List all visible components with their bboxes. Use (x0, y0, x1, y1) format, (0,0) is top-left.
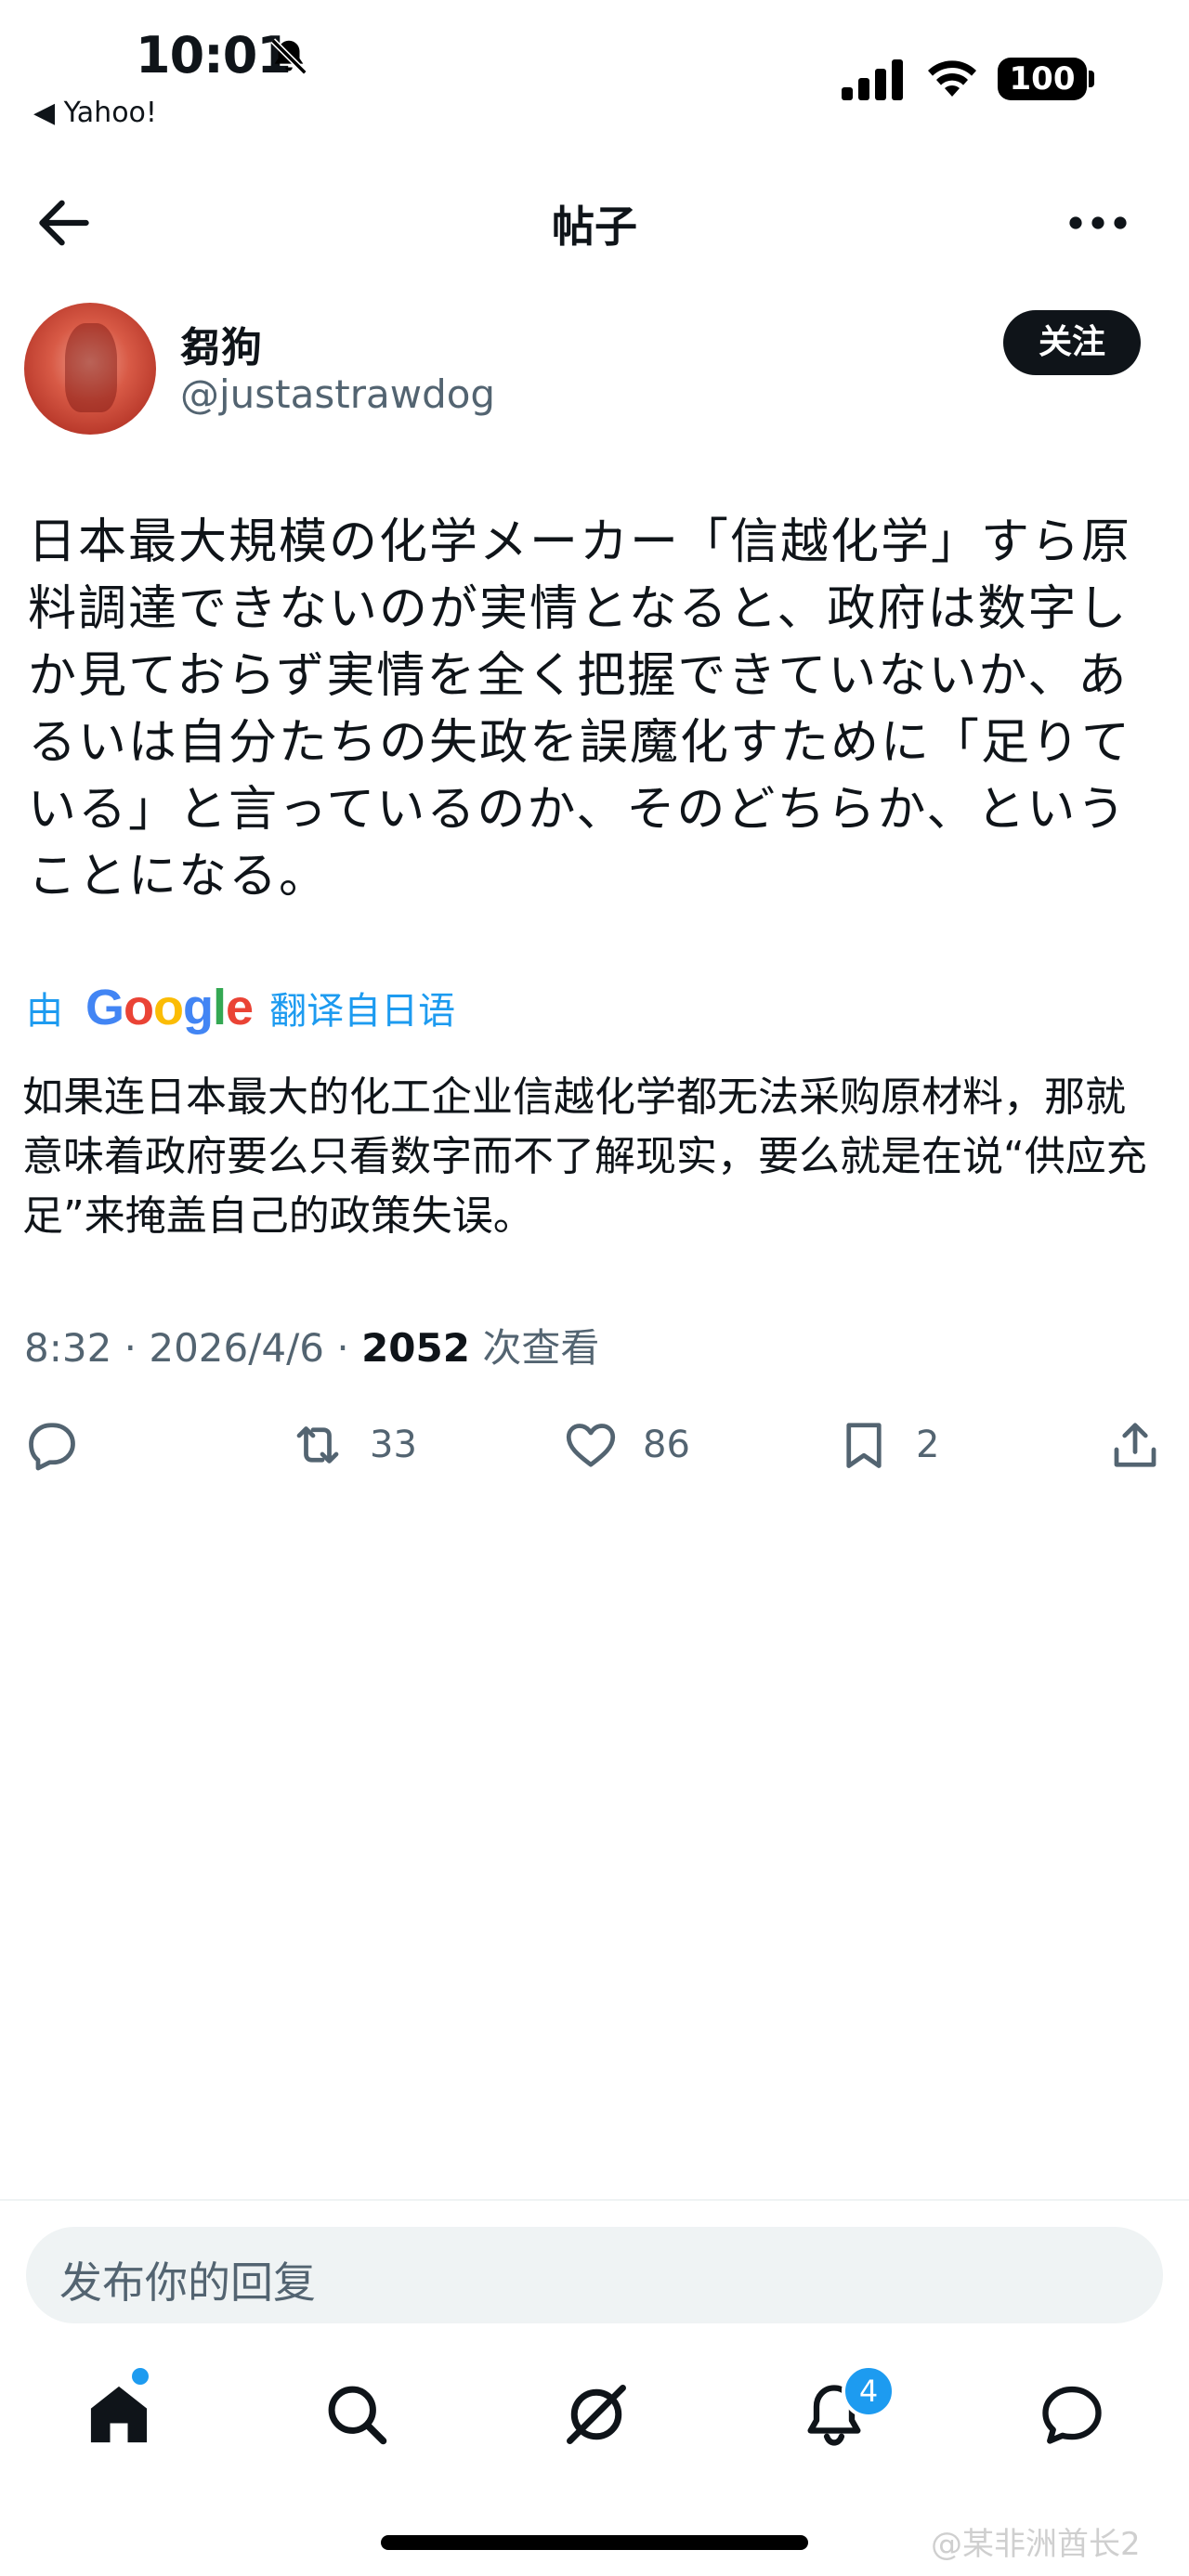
watermark: @某非洲酋长2 (931, 2526, 1141, 2563)
follow-button[interactable]: 关注 (1003, 310, 1141, 375)
retweet-icon (296, 1426, 339, 1464)
share-icon (1114, 1423, 1156, 1467)
bookmark-count: 2 (916, 1424, 940, 1466)
translated-text: 如果连日本最大的化工企业信越化学都无法采购原材料，那就意味着政府要么只看数字而不… (22, 1073, 1147, 1240)
more-icon[interactable] (1068, 206, 1128, 240)
avatar-figure (65, 323, 117, 412)
post-meta: 8:32 · 2026/4/6 · 2052 次查看 (24, 1317, 599, 1373)
reply-placeholder[interactable]: 发布你的回复 (59, 2249, 316, 2310)
retweet-count: 33 (370, 1424, 417, 1466)
like-icon (566, 1424, 616, 1467)
bookmark-button[interactable]: 2 (836, 1415, 939, 1475)
wifi-icon (928, 60, 976, 97)
reply-icon (29, 1423, 75, 1471)
page-title: 帖子 (552, 202, 637, 252)
display-name[interactable]: 芻狗 (180, 314, 262, 373)
post-text: 日本最大規模の化学メーカー「信越化学」すら原料調達できないのが実情となると、政府… (28, 514, 1132, 904)
translate-suffix: 翻译自日语 (269, 990, 456, 1033)
user-handle[interactable]: @justastrawdog (180, 371, 495, 417)
reply-button[interactable] (24, 1415, 80, 1475)
messages-icon[interactable] (1037, 2379, 1107, 2450)
share-button[interactable] (1107, 1415, 1163, 1475)
bookmark-icon (846, 1423, 882, 1468)
grok-icon[interactable] (561, 2379, 632, 2450)
battery-indicator: 100 (998, 58, 1087, 100)
home-indicator (381, 2535, 808, 2550)
battery-tip (1089, 71, 1094, 87)
translate-prefix: 由 (26, 990, 63, 1033)
like-button[interactable]: 86 (563, 1415, 690, 1475)
views-count: 2052 (361, 1325, 470, 1371)
bell-slash-icon (270, 38, 307, 75)
google-logo: Google (85, 980, 254, 1035)
back-to-app-link[interactable]: ◀ Yahoo! (33, 97, 157, 129)
translation-attribution[interactable]: 由 Google 翻译自日语 (26, 979, 455, 1036)
composer-divider (0, 2199, 1189, 2201)
views-label: 次查看 (469, 1325, 600, 1371)
post-timestamp: 8:32 · 2026/4/6 · (24, 1325, 362, 1371)
home-icon[interactable] (84, 2379, 154, 2450)
notifications-badge: 4 (842, 2364, 895, 2418)
like-count: 86 (643, 1424, 690, 1466)
retweet-button[interactable]: 33 (290, 1415, 417, 1475)
avatar[interactable] (24, 303, 156, 435)
search-icon[interactable] (321, 2379, 392, 2450)
home-unread-dot (132, 2368, 149, 2385)
signal-icon (842, 59, 903, 100)
